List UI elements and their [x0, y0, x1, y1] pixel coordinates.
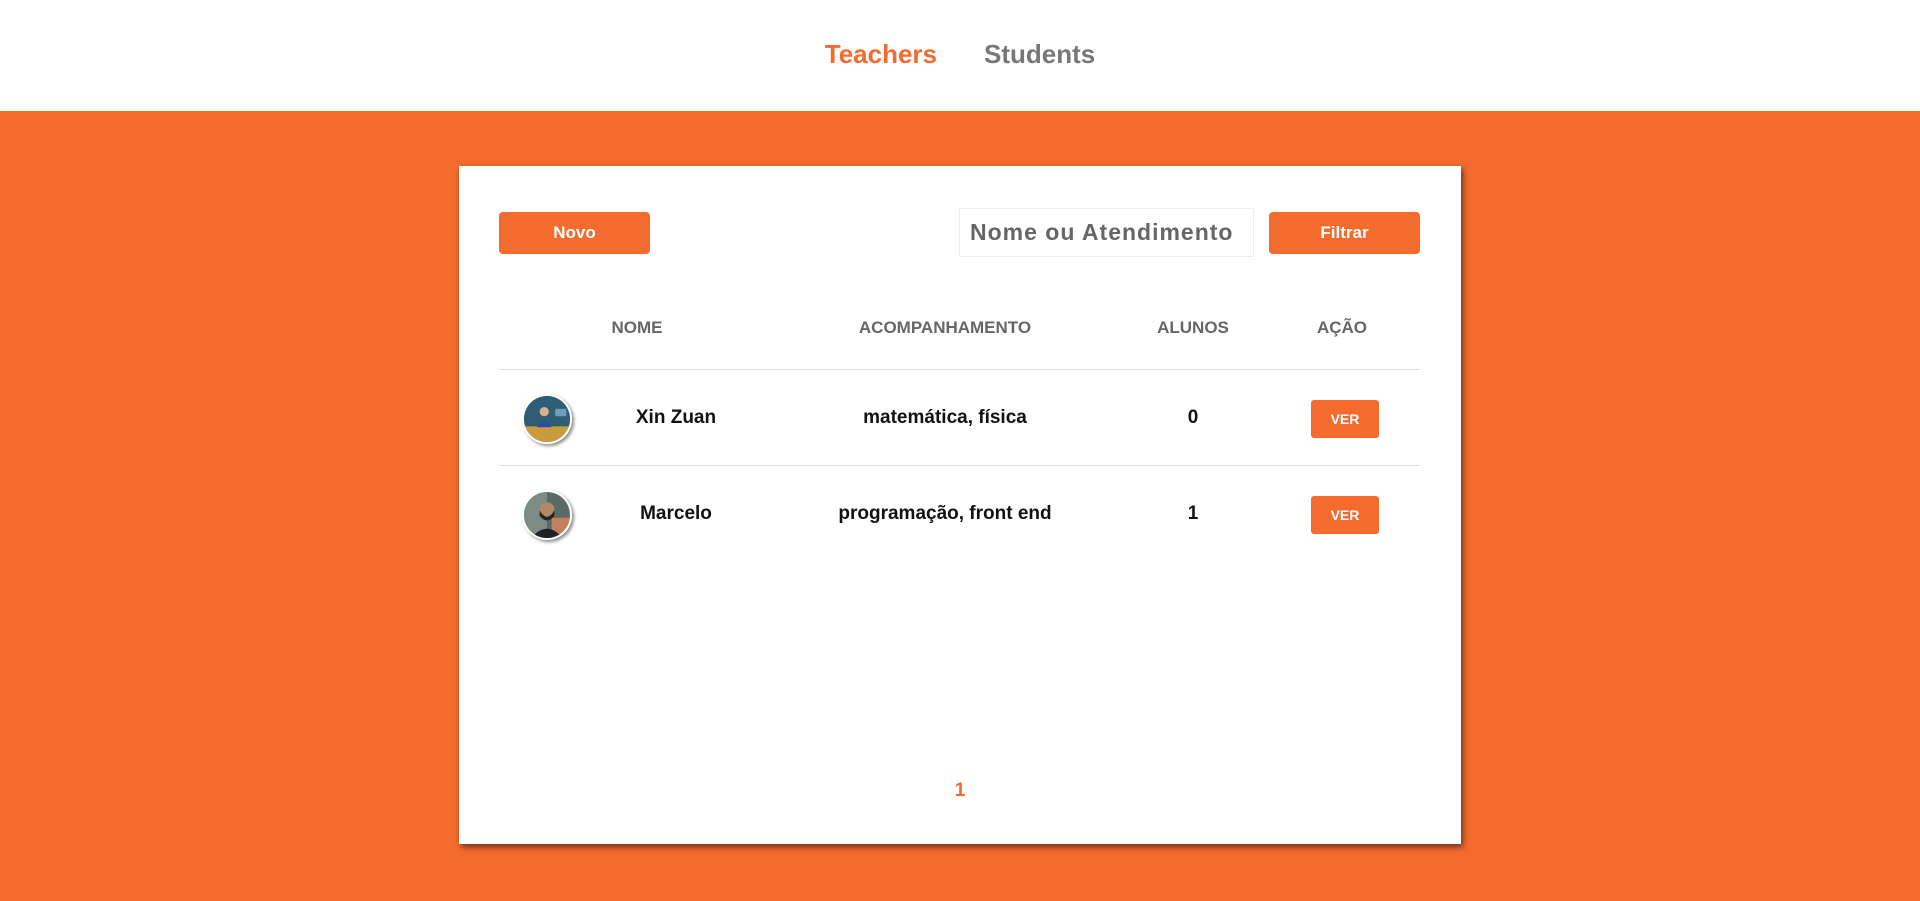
teacher-subjects: matemática, física — [863, 407, 1027, 428]
tab-students[interactable]: Students — [984, 39, 1095, 70]
teacher-name: Marcelo — [640, 503, 712, 524]
teachers-card: Novo Filtrar NOME ACOMPANHAMENTO ALUNOS … — [459, 166, 1461, 844]
tab-teachers[interactable]: Teachers — [825, 39, 937, 70]
table-row: Xin Zuan matemática, física 0 VER — [499, 370, 1420, 466]
avatar — [522, 490, 572, 540]
new-button[interactable]: Novo — [499, 212, 650, 254]
teachers-table: NOME ACOMPANHAMENTO ALUNOS AÇÃO Xin Zuan… — [499, 318, 1420, 562]
teacher-subjects: programação, front end — [838, 503, 1052, 524]
column-header-subjects: ACOMPANHAMENTO — [858, 318, 1032, 337]
view-button[interactable]: VER — [1311, 496, 1379, 534]
column-header-students: ALUNOS — [1157, 318, 1229, 337]
pagination: 1 — [459, 780, 1461, 802]
column-header-action: AÇÃO — [1316, 318, 1368, 337]
search-input[interactable] — [959, 208, 1254, 257]
column-header-name: NOME — [611, 318, 663, 337]
teacher-name: Xin Zuan — [635, 407, 717, 428]
teacher-student-count: 0 — [1187, 407, 1199, 428]
table-row: Marcelo programação, front end 1 VER — [499, 466, 1420, 562]
table-header: NOME ACOMPANHAMENTO ALUNOS AÇÃO — [499, 318, 1420, 370]
top-navigation: Teachers Students — [0, 0, 1920, 111]
page-number[interactable]: 1 — [955, 780, 966, 801]
view-button[interactable]: VER — [1311, 400, 1379, 438]
avatar — [522, 394, 572, 444]
teacher-student-count: 1 — [1187, 503, 1199, 524]
teacher-photo-icon — [524, 396, 570, 442]
teacher-photo-icon — [524, 492, 570, 538]
filter-button[interactable]: Filtrar — [1269, 212, 1420, 254]
